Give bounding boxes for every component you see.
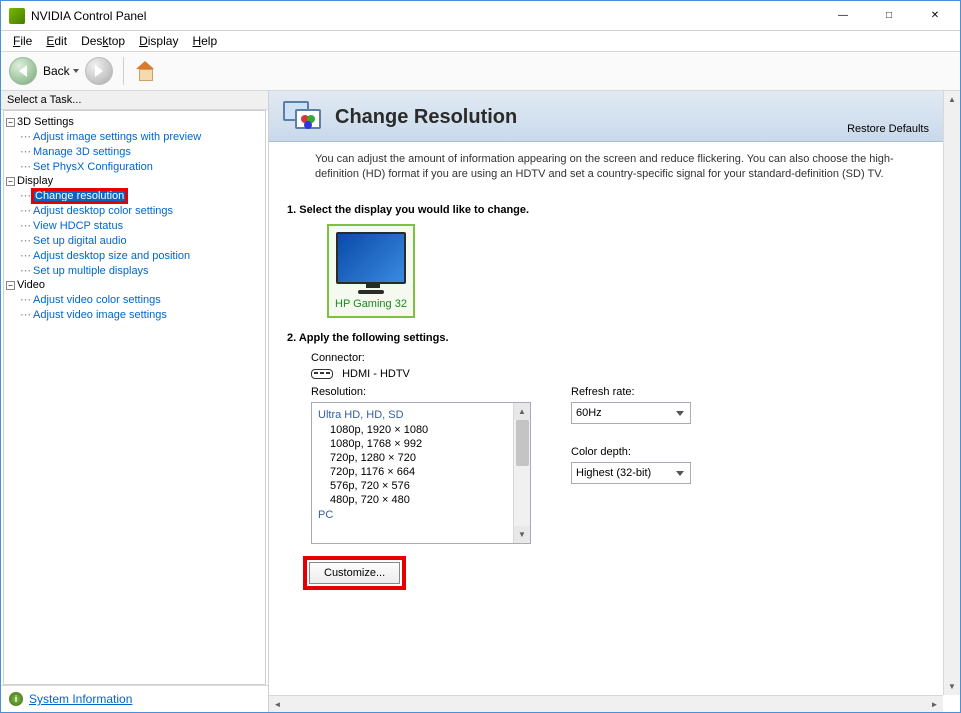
titlebar: NVIDIA Control Panel — □ ✕ [1,1,960,31]
app-icon [9,8,25,24]
arrow-right-icon [95,65,103,77]
maximize-button[interactable]: □ [866,2,912,30]
item-view-hdcp[interactable]: ⋯View HDCP status [20,218,263,233]
toolbar: Back [1,51,960,91]
info-icon: i [9,692,23,706]
back-label-group[interactable]: Back [43,64,79,78]
menu-help[interactable]: Help [186,32,223,50]
menubar: File Edit Desktop Display Help [1,31,960,51]
page-header: Change Resolution Restore Defaults [269,91,943,142]
depth-label: Color depth: [571,446,691,458]
home-icon[interactable] [134,61,156,81]
group-display[interactable]: − Display [6,174,263,188]
collapse-icon[interactable]: − [6,281,15,290]
customize-button[interactable]: Customize... [309,562,400,584]
scroll-up-icon[interactable]: ▲ [944,91,960,108]
color-depth-select[interactable]: Highest (32-bit) [571,462,691,484]
window-title: NVIDIA Control Panel [31,9,820,23]
display-name: HP Gaming 32 [335,298,407,310]
item-video-color[interactable]: ⋯Adjust video color settings [20,292,263,307]
group-3d-settings[interactable]: − 3D Settings [6,115,263,129]
item-video-image[interactable]: ⋯Adjust video image settings [20,307,263,322]
resolution-option[interactable]: 1080p, 1768 × 992 [318,437,524,451]
menu-edit[interactable]: Edit [40,32,73,50]
refresh-rate-select[interactable]: 60Hz [571,402,691,424]
item-manage-3d[interactable]: ⋯Manage 3D settings [20,144,263,159]
back-label: Back [43,64,70,78]
vertical-scrollbar[interactable]: ▲ ▼ [943,91,960,695]
close-button[interactable]: ✕ [912,2,958,30]
item-desktop-size[interactable]: ⋯Adjust desktop size and position [20,248,263,263]
item-change-resolution[interactable]: ⋯Change resolution [20,188,263,203]
scroll-left-icon[interactable]: ◄ [269,696,286,712]
content-area: Change Resolution Restore Defaults You c… [269,91,960,712]
resolution-list[interactable]: Ultra HD, HD, SD 1080p, 1920 × 1080 1080… [311,402,531,544]
menu-file[interactable]: File [7,32,38,50]
monitor-icon [336,232,406,284]
resolution-option[interactable]: 1080p, 1920 × 1080 [318,423,524,437]
step2-heading: 2. Apply the following settings. [287,332,925,344]
hdmi-icon [311,369,333,379]
sidebar: Select a Task... − 3D Settings ⋯Adjust i… [1,91,269,712]
step1-heading: 1. Select the display you would like to … [287,204,925,216]
toolbar-divider [123,57,124,85]
item-physx[interactable]: ⋯Set PhysX Configuration [20,159,263,174]
menu-display[interactable]: Display [133,32,184,50]
task-tree: − 3D Settings ⋯Adjust image settings wit… [3,110,266,685]
menu-desktop[interactable]: Desktop [75,32,131,50]
scroll-right-icon[interactable]: ► [926,696,943,712]
forward-button[interactable] [85,57,113,85]
collapse-icon[interactable]: − [6,118,15,127]
item-adjust-image-preview[interactable]: ⋯Adjust image settings with preview [20,129,263,144]
system-information-link[interactable]: i System Information [1,685,268,712]
back-button[interactable] [9,57,37,85]
item-digital-audio[interactable]: ⋯Set up digital audio [20,233,263,248]
resolution-option[interactable]: 720p, 1280 × 720 [318,451,524,465]
horizontal-scrollbar[interactable]: ◄ ► [269,695,943,712]
resolution-option[interactable]: 720p, 1176 × 664 [318,465,524,479]
scroll-up-icon[interactable]: ▲ [514,403,530,420]
connector-value: HDMI - HDTV [342,368,410,380]
arrow-left-icon [19,65,27,77]
resolution-option[interactable]: 576p, 720 × 576 [318,479,524,493]
item-multiple-displays[interactable]: ⋯Set up multiple displays [20,263,263,278]
scroll-down-icon[interactable]: ▼ [944,678,960,695]
display-tile[interactable]: HP Gaming 32 [327,224,415,318]
sidebar-header: Select a Task... [1,91,268,110]
resolution-option[interactable]: 480p, 720 × 480 [318,493,524,507]
resolution-category-cut: PC [318,509,524,519]
resolution-label: Resolution: [311,386,531,398]
chevron-down-icon [73,69,79,73]
page-title: Change Resolution [335,106,517,129]
refresh-label: Refresh rate: [571,386,691,398]
resolution-category: Ultra HD, HD, SD [318,409,524,421]
item-adjust-desktop-color[interactable]: ⋯Adjust desktop color settings [20,203,263,218]
collapse-icon[interactable]: − [6,177,15,186]
resolution-scrollbar[interactable]: ▲ ▼ [513,403,530,543]
group-video[interactable]: − Video [6,278,263,292]
restore-defaults-link[interactable]: Restore Defaults [847,123,929,135]
connector-label: Connector: [311,352,925,364]
page-description: You can adjust the amount of information… [269,142,943,200]
change-resolution-icon [283,99,323,135]
scroll-down-icon[interactable]: ▼ [514,526,530,543]
scroll-thumb[interactable] [516,420,529,466]
minimize-button[interactable]: — [820,2,866,30]
